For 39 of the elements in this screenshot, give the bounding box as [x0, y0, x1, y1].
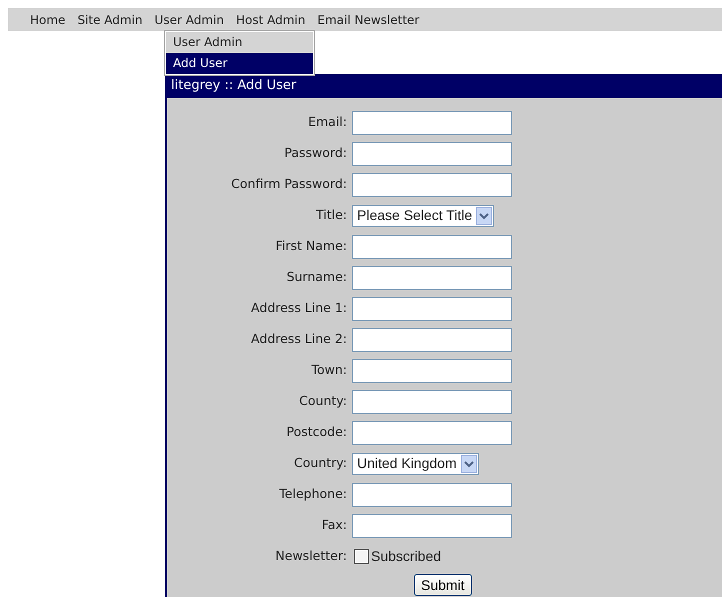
field-label: Address Line 1:: [250, 299, 348, 318]
field-label: Postcode:: [285, 423, 348, 442]
field-label: Email:: [307, 113, 348, 132]
menu-item[interactable]: Site Admin: [71, 10, 149, 28]
menu-item[interactable]: User Admin: [148, 10, 230, 28]
menu-item[interactable]: Home: [24, 10, 72, 28]
input-field[interactable]: [352, 482, 512, 506]
input-field[interactable]: [352, 514, 512, 538]
input-field[interactable]: [352, 358, 512, 382]
checkbox-label: Subscribed: [371, 547, 442, 566]
field-label: Confirm Password:: [230, 175, 348, 194]
dropdown-item[interactable]: Add User: [166, 53, 313, 74]
input-field[interactable]: [352, 296, 512, 320]
panel-title: litegrey :: Add User: [167, 74, 722, 98]
select-field[interactable]: Please Select Title: [352, 204, 494, 226]
field-label: Telephone:: [278, 485, 348, 504]
field-label: Title:: [315, 206, 348, 224]
select-field[interactable]: United Kingdom: [352, 452, 479, 474]
input-field[interactable]: [352, 110, 512, 134]
field-label: Country:: [293, 454, 348, 472]
input-field[interactable]: [352, 142, 512, 166]
menu-item[interactable]: Email Newsletter: [311, 10, 426, 28]
field-label: Address Line 2:: [250, 330, 348, 348]
submit-button[interactable]: Submit: [414, 574, 472, 596]
field-label: Fax:: [320, 516, 348, 534]
field-label: Surname:: [286, 268, 348, 286]
field-label: Town:: [310, 361, 348, 380]
input-field[interactable]: [352, 420, 512, 444]
field-label: Password:: [283, 144, 348, 162]
field-label: County:: [298, 392, 348, 410]
input-field[interactable]: [352, 234, 512, 258]
checkbox[interactable]: [354, 549, 369, 564]
menu-item[interactable]: Host Admin: [230, 10, 312, 28]
input-field[interactable]: [352, 328, 512, 352]
field-label: Newsletter:: [274, 547, 348, 566]
input-field[interactable]: [352, 390, 512, 414]
input-field[interactable]: [352, 266, 512, 290]
input-field[interactable]: [352, 172, 512, 196]
field-label: First Name:: [274, 237, 348, 256]
